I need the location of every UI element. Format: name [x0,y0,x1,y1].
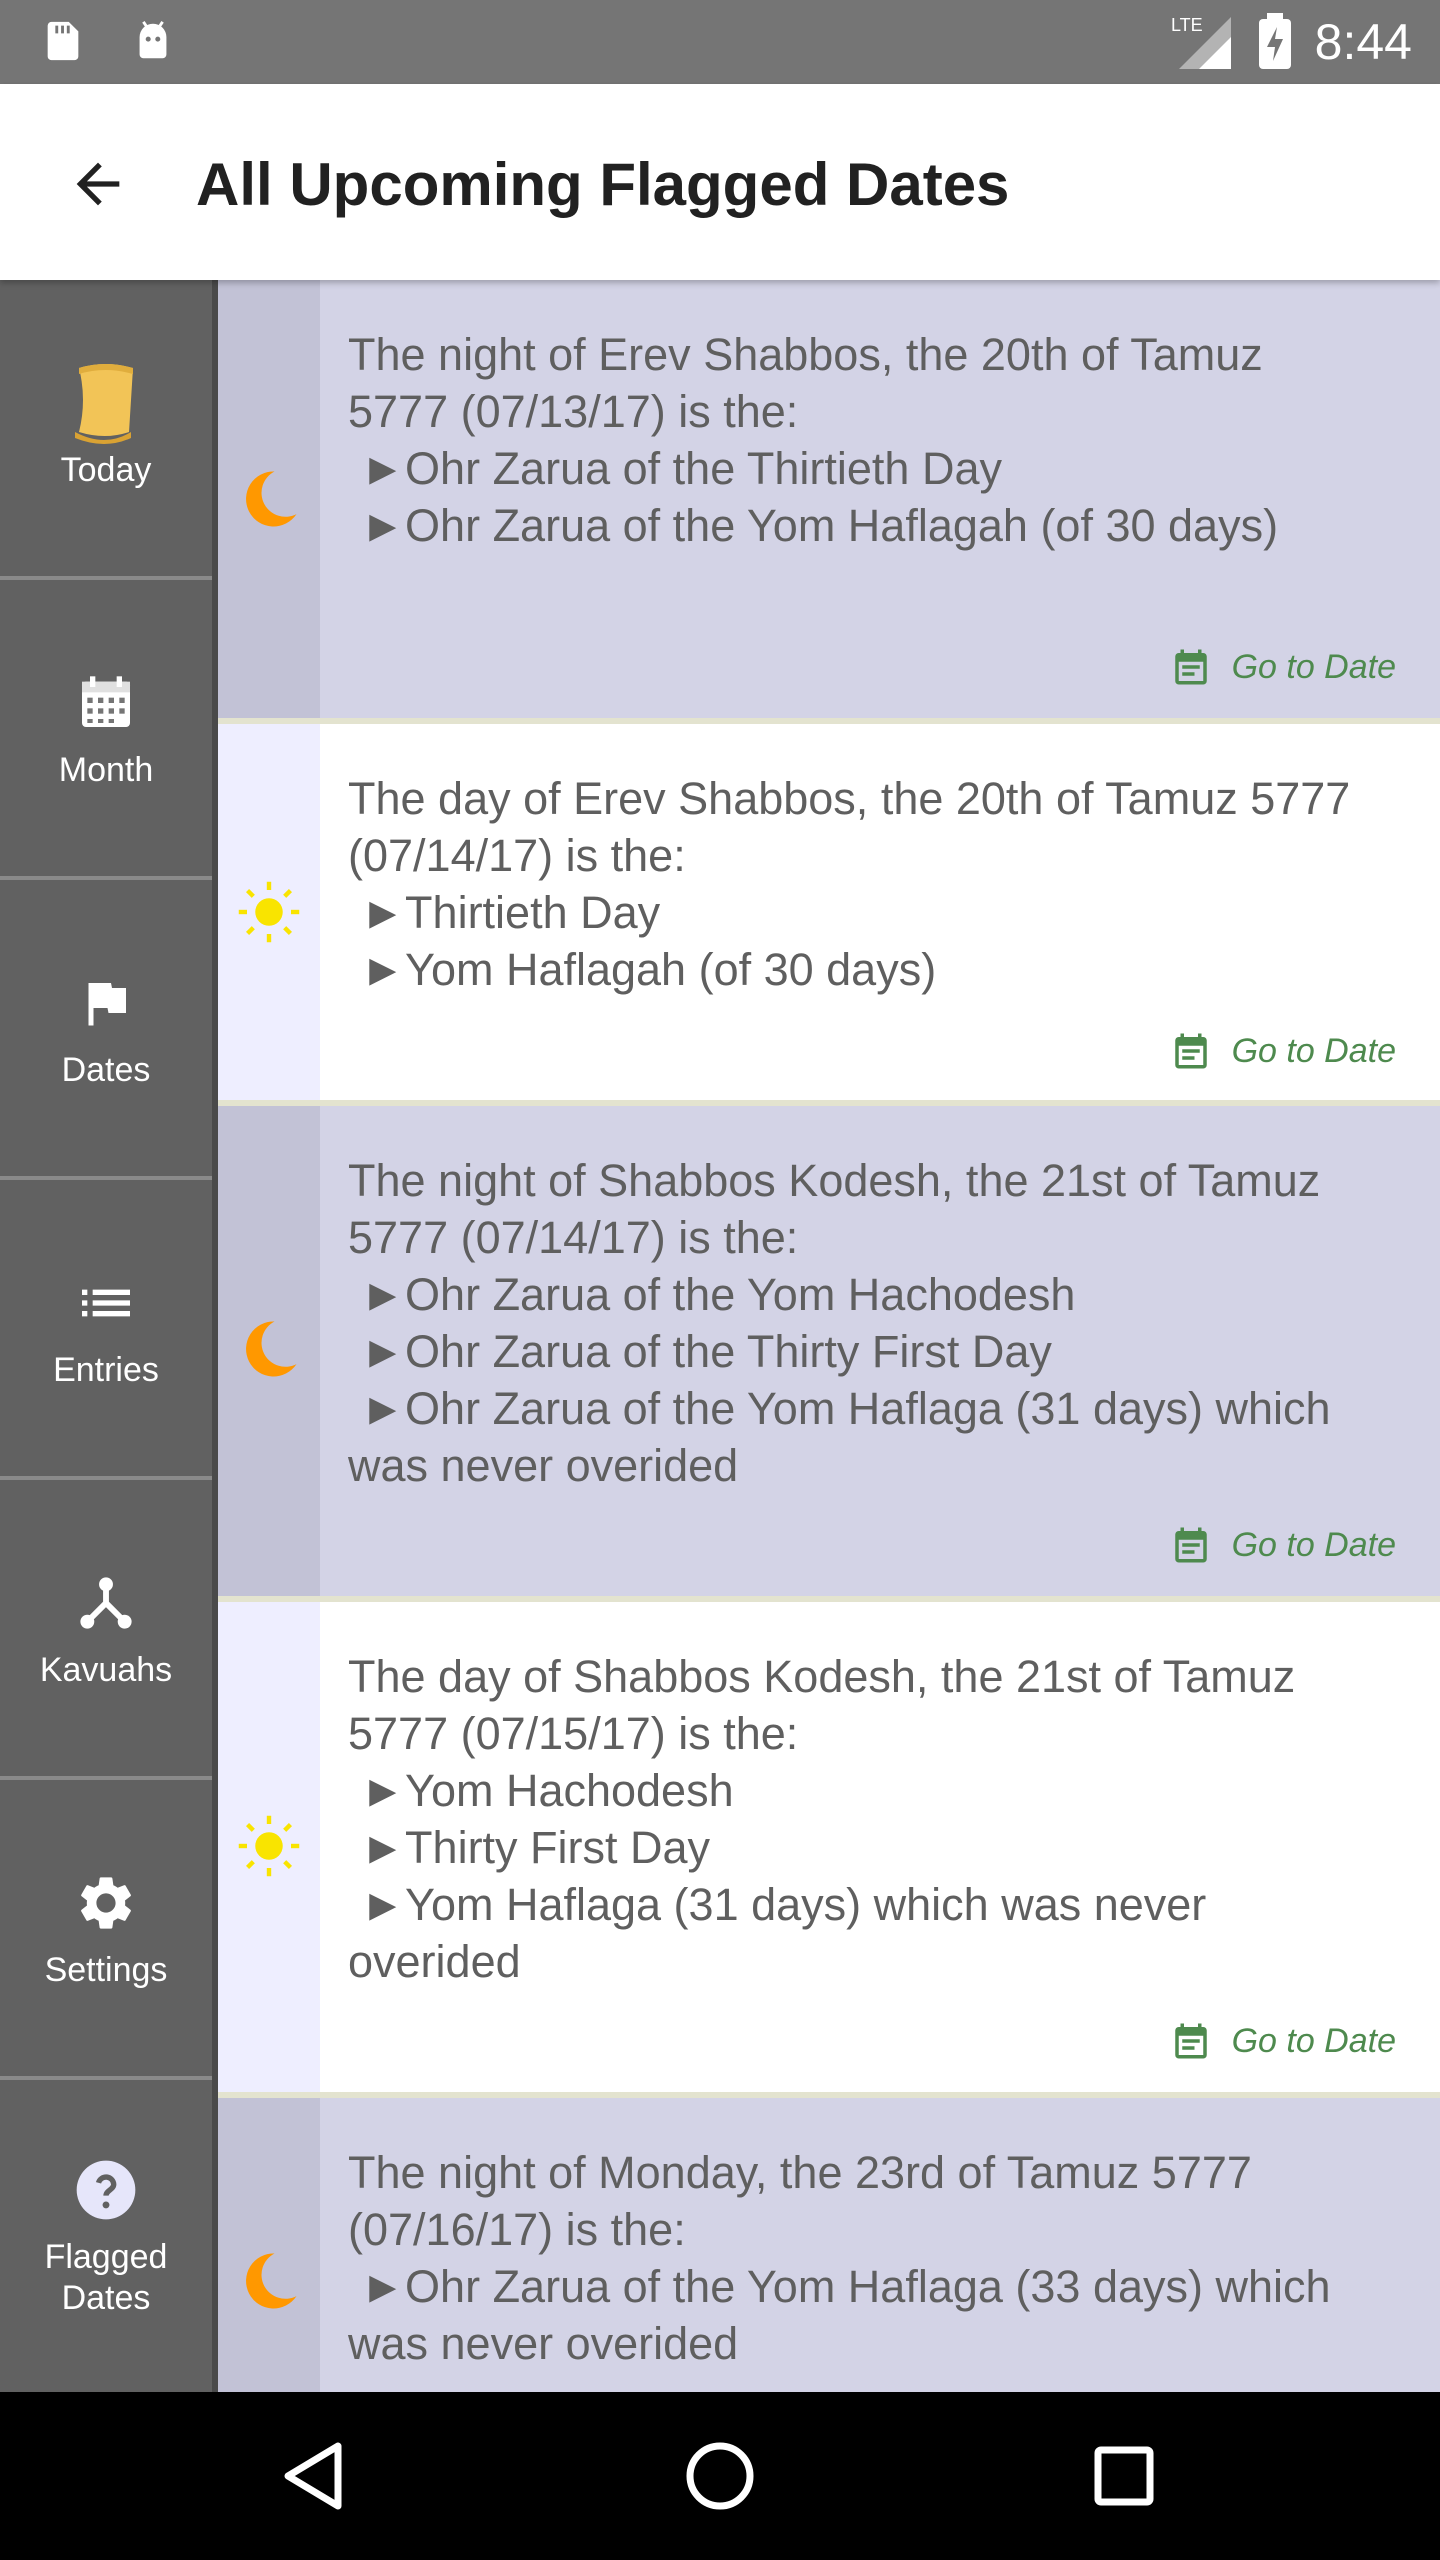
sidebar-label-flagged-dates: Flagged Dates [44,2238,168,2317]
calendar-icon [1174,649,1207,685]
calendar-icon [1174,1033,1207,1069]
moon-icon [246,471,297,527]
sidebar-label-entries: Entries [53,1350,159,1389]
list-item: The day of Shabbos Kodesh, the 21st of T… [218,1602,1440,2092]
page-title: All Upcoming Flagged Dates [196,151,1010,218]
list-item: The night of Monday, the 23rd of Tamuz 5… [218,2098,1440,2392]
recents-square-icon[interactable] [1084,2436,1164,2516]
scroll-icon [69,363,143,444]
signal-icon: LTE [1171,15,1231,69]
svg-text:LTE: LTE [1171,15,1203,35]
go-to-date-button[interactable]: Go to Date [1170,646,1396,688]
gutter [218,1602,320,2092]
moon-icon [246,1321,297,1377]
help-circle-icon [69,2153,143,2227]
back-button[interactable] [56,142,140,226]
sidebar-item-kavuahs[interactable]: Kavuahs [0,1480,212,1780]
back-triangle-icon[interactable] [276,2436,356,2516]
go-to-date-label: Go to Date [1231,1525,1396,1564]
sidebar-label-settings: Settings [44,1950,168,1989]
list-icon [69,1266,143,1340]
calendar-icon [1174,2023,1207,2059]
go-to-date-label: Go to Date [1231,2021,1396,2060]
entry-body: The night of Monday, the 23rd of Tamuz 5… [320,2098,1440,2392]
sidebar-item-settings[interactable]: Settings [0,1780,212,2080]
status-bar: LTE 8:44 [0,0,1440,84]
go-to-date-label: Go to Date [1231,647,1396,686]
entry-text: The night of Shabbos Kodesh, the 21st of… [348,1155,1331,1491]
app-bar: All Upcoming Flagged Dates [0,84,1440,280]
entry-text: The day of Erev Shabbos, the 20th of Tam… [348,773,1351,995]
moon-icon [246,2253,297,2309]
sidebar-label-month: Month [58,750,154,789]
calendar-icon [1174,1527,1207,1563]
entry-body: The night of Shabbos Kodesh, the 21st of… [320,1106,1440,1596]
battery-charging-icon [1258,13,1291,69]
flag-icon [69,966,143,1040]
clock: 8:44 [1314,14,1412,70]
list-item: The night of Shabbos Kodesh, the 21st of… [218,1106,1440,1596]
sidebar-item-dates[interactable]: Dates [0,880,212,1180]
sidebar-label-today: Today [60,450,152,489]
entry-body: The day of Shabbos Kodesh, the 21st of T… [320,1602,1440,2092]
entry-text: The day of Shabbos Kodesh, the 21st of T… [348,1651,1296,1987]
go-to-date-label: Go to Date [1231,1031,1396,1070]
system-nav-bar [0,2392,1440,2560]
sidebar-item-entries[interactable]: Entries [0,1180,212,1480]
calendar-grid-icon [69,666,143,740]
android-debug-icon [139,21,167,59]
go-to-date-button[interactable]: Go to Date [1170,1030,1396,1072]
sidebar-label-kavuahs: Kavuahs [39,1650,173,1689]
sidebar-item-flagged-dates[interactable]: Flagged Dates [0,2080,212,2392]
go-to-date-button[interactable]: Go to Date [1170,1524,1396,1566]
gear-icon [69,1866,143,1940]
flagged-dates-list[interactable]: The night of Erev Shabbos, the 20th of T… [218,280,1440,2392]
sun-icon [238,1815,300,1877]
sidebar: Today Month Dates Entries Kavuahs Settin… [0,280,218,2392]
gutter [218,2098,320,2392]
sd-card-icon [47,21,79,61]
sidebar-item-month[interactable]: Month [0,580,212,880]
entry-body: The day of Erev Shabbos, the 20th of Tam… [320,724,1440,1100]
list-item: The day of Erev Shabbos, the 20th of Tam… [218,724,1440,1100]
entry-body: The night of Erev Shabbos, the 20th of T… [320,280,1440,718]
entry-text: The night of Monday, the 23rd of Tamuz 5… [348,2147,1331,2369]
gutter [218,1106,320,1596]
home-circle-icon[interactable] [680,2436,760,2516]
fork-icon [69,1566,143,1640]
arrow-back-icon [76,162,120,206]
sidebar-label-dates: Dates [61,1050,151,1089]
sidebar-item-today[interactable]: Today [0,280,212,580]
gutter [218,280,320,718]
list-item: The night of Erev Shabbos, the 20th of T… [218,280,1440,718]
sun-icon [238,881,300,943]
go-to-date-button[interactable]: Go to Date [1170,2020,1396,2062]
gutter [218,724,320,1100]
entry-text: The night of Erev Shabbos, the 20th of T… [348,329,1279,551]
